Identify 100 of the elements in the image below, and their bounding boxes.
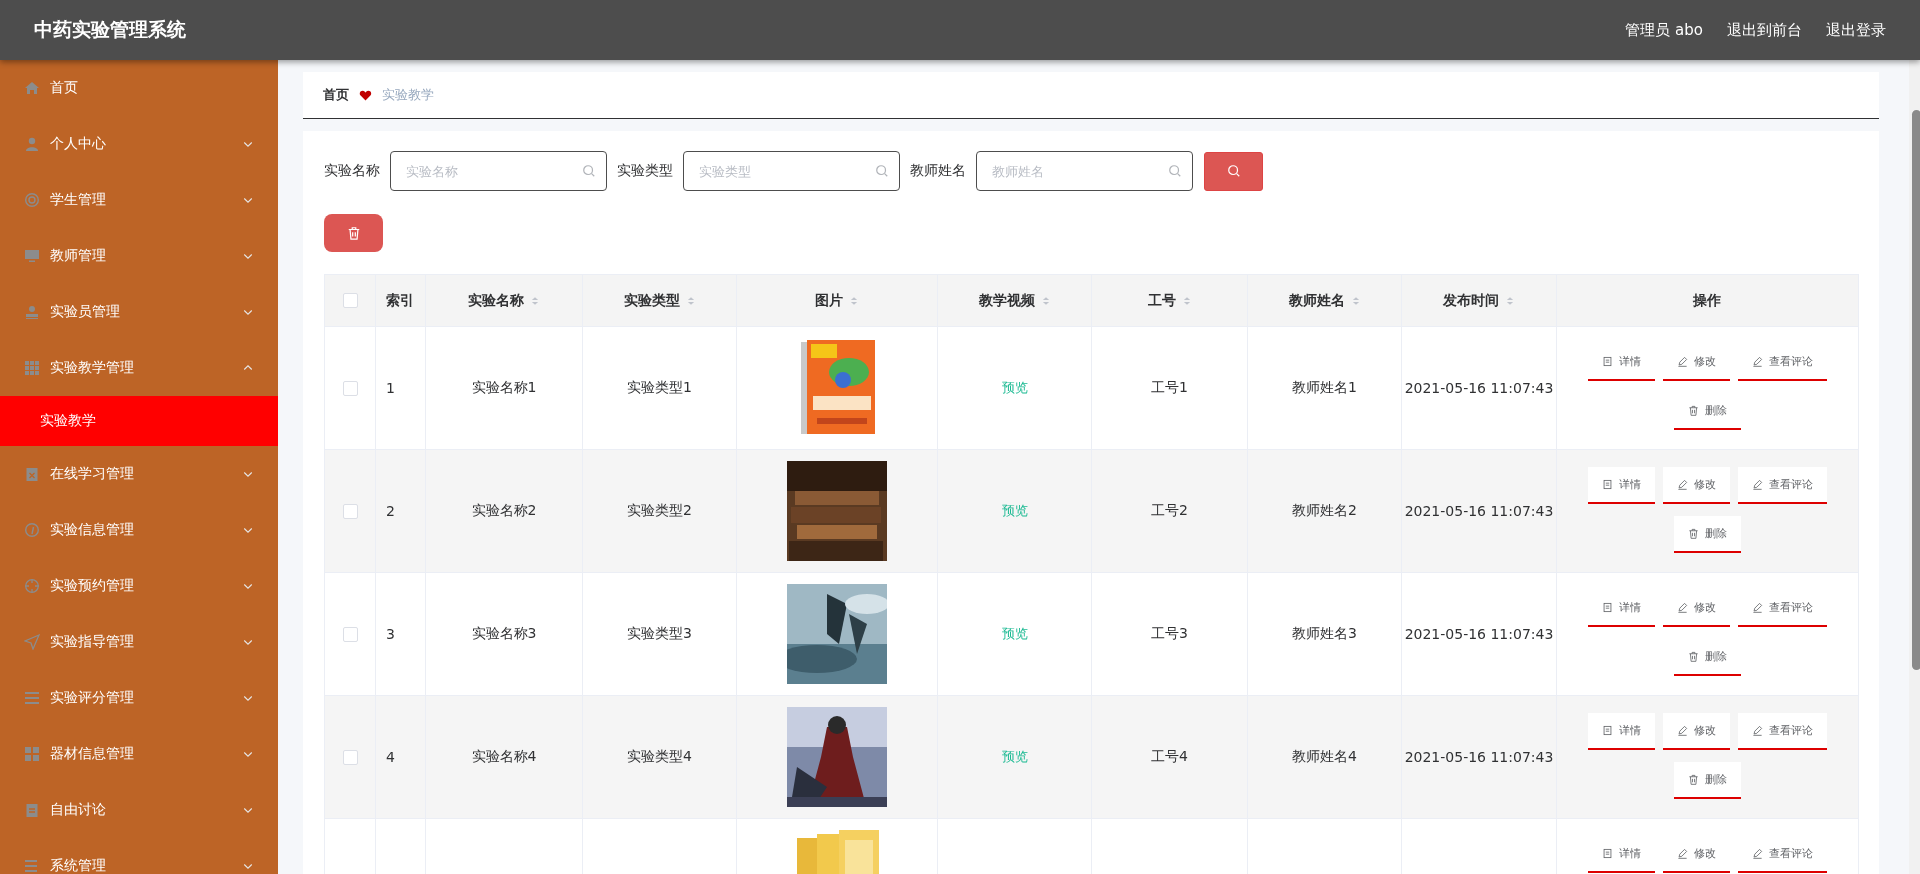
pencil-icon xyxy=(1676,356,1688,367)
column-header[interactable]: 教师姓名 xyxy=(1288,291,1345,310)
trash-icon xyxy=(1687,774,1699,785)
table-cell: 实验类型3 xyxy=(627,625,692,643)
column-header[interactable]: 教学视频 xyxy=(978,291,1035,310)
table-cell: 实验类型4 xyxy=(627,748,692,766)
sidebar-item[interactable]: 首页 xyxy=(0,60,278,116)
sidebar-item[interactable]: 实验员管理 xyxy=(0,284,278,340)
pencil-icon xyxy=(1751,356,1763,367)
search-field[interactable]: 实验名称 xyxy=(390,151,607,191)
pencil-icon xyxy=(1676,479,1688,490)
column-header[interactable]: 操作 xyxy=(1693,291,1721,310)
search-button[interactable] xyxy=(1204,151,1263,191)
column-header[interactable]: 索引 xyxy=(386,291,414,310)
header-link[interactable]: 退出登录 xyxy=(1826,20,1886,40)
header-link[interactable]: 退出到前台 xyxy=(1727,20,1802,40)
sidebar-item[interactable]: 实验评分管理 xyxy=(0,670,278,726)
breadcrumb-item[interactable]: 首页 xyxy=(323,86,349,104)
scrollbar[interactable] xyxy=(1909,60,1920,874)
table-cell: 工号3 xyxy=(1151,625,1188,643)
sidebar-item[interactable]: 实验预约管理 xyxy=(0,558,278,614)
app-title: 中药实验管理系统 xyxy=(34,17,186,42)
sidebar-item[interactable]: 实验教学管理 xyxy=(0,340,278,396)
navigation-icon xyxy=(24,634,40,650)
pencil-icon xyxy=(1676,602,1688,613)
sidebar-item[interactable]: 在线学习管理 xyxy=(0,446,278,502)
row-index: 1 xyxy=(386,380,395,396)
table-cell: 2021-05-16 11:07:43 xyxy=(1404,626,1554,642)
column-header[interactable]: 发布时间 xyxy=(1443,291,1499,310)
document-icon xyxy=(1601,602,1613,613)
column-header[interactable]: 工号 xyxy=(1147,291,1176,310)
document-icon xyxy=(1601,725,1613,736)
table-cell: 工号1 xyxy=(1151,379,1188,397)
row-checkbox[interactable] xyxy=(342,626,358,642)
sidebar-item[interactable]: 实验信息管理 xyxy=(0,502,278,558)
scrollbar-thumb[interactable] xyxy=(1912,110,1920,670)
search-icon xyxy=(582,164,596,178)
row-checkbox[interactable] xyxy=(342,380,358,396)
table-cell: 2021-05-16 11:07:43 xyxy=(1404,503,1554,519)
sidebar-subitem[interactable]: 实验教学 xyxy=(0,396,278,446)
gauge-icon xyxy=(24,522,40,538)
row-checkbox[interactable] xyxy=(342,749,358,765)
search-icon xyxy=(1226,164,1241,178)
field-label: 实验名称 xyxy=(324,162,380,180)
action-button[interactable]: 详情 xyxy=(1587,467,1655,504)
pencil-icon xyxy=(1751,479,1763,490)
table-cell: 教师姓名1 xyxy=(1292,379,1357,397)
action-button[interactable]: 查看评论 xyxy=(1737,713,1827,750)
sidebar-item[interactable]: 个人中心 xyxy=(0,116,278,172)
document-icon xyxy=(1601,356,1613,367)
sidebar-item[interactable]: 器材信息管理 xyxy=(0,726,278,782)
row-index: 2 xyxy=(386,503,395,519)
sidebar-item[interactable]: 学生管理 xyxy=(0,172,278,228)
header-link[interactable]: 管理员 abo xyxy=(1625,20,1703,40)
table-cell: 实验名称3 xyxy=(471,625,537,643)
lifebuoy-icon xyxy=(24,192,40,208)
column-header[interactable]: 图片 xyxy=(815,291,843,310)
table-cell: 实验类型1 xyxy=(627,379,692,397)
select-all-checkbox[interactable] xyxy=(342,293,358,308)
field-label: 教师姓名 xyxy=(910,162,966,180)
sidebar-item[interactable]: 教师管理 xyxy=(0,228,278,284)
action-button[interactable]: 查看评论 xyxy=(1737,467,1827,504)
search-field[interactable]: 实验类型 xyxy=(683,151,900,191)
grid-icon xyxy=(24,360,40,376)
row-checkbox[interactable] xyxy=(342,503,358,519)
crosshair-icon xyxy=(24,578,40,594)
tiles-icon xyxy=(24,746,40,762)
table-cell: 实验名称4 xyxy=(471,748,537,766)
search-icon xyxy=(1168,164,1182,178)
row-index: 4 xyxy=(386,749,395,765)
table-cell: 实验名称2 xyxy=(471,502,537,520)
table-cell: 工号4 xyxy=(1151,748,1188,766)
pencil-icon xyxy=(1676,725,1688,736)
stamp-icon xyxy=(24,304,40,320)
table-cell: 教师姓名2 xyxy=(1292,502,1357,520)
monitor-icon xyxy=(24,248,40,264)
table-cell: 教师姓名4 xyxy=(1292,748,1357,766)
action-button[interactable]: 删除 xyxy=(1673,516,1741,553)
sidebar-item[interactable]: 实验指导管理 xyxy=(0,614,278,670)
table-cell: 实验名称1 xyxy=(471,379,537,397)
column-header[interactable]: 实验类型 xyxy=(623,291,680,310)
delete-button[interactable] xyxy=(324,214,383,252)
column-header[interactable]: 实验名称 xyxy=(468,291,524,310)
trash-icon xyxy=(1687,528,1699,539)
action-button[interactable]: 详情 xyxy=(1587,713,1655,750)
sidebar-item[interactable]: 自由讨论 xyxy=(0,782,278,838)
action-button[interactable]: 修改 xyxy=(1662,467,1730,504)
table-cell: 实验类型2 xyxy=(627,502,692,520)
trash-icon xyxy=(1687,651,1699,662)
action-button[interactable]: 删除 xyxy=(1673,762,1741,799)
search-field[interactable]: 教师姓名 xyxy=(976,151,1193,191)
clipboard-icon xyxy=(24,802,40,818)
table-cell: 2021-05-16 11:07:43 xyxy=(1404,749,1554,765)
action-button[interactable]: 修改 xyxy=(1662,713,1730,750)
home-icon xyxy=(24,80,40,96)
pencil-icon xyxy=(1676,848,1688,859)
field-label: 实验类型 xyxy=(617,162,673,180)
sidebar-item[interactable]: 系统管理 xyxy=(0,838,278,874)
search-icon xyxy=(875,164,889,178)
clipboard-icon xyxy=(24,466,40,482)
